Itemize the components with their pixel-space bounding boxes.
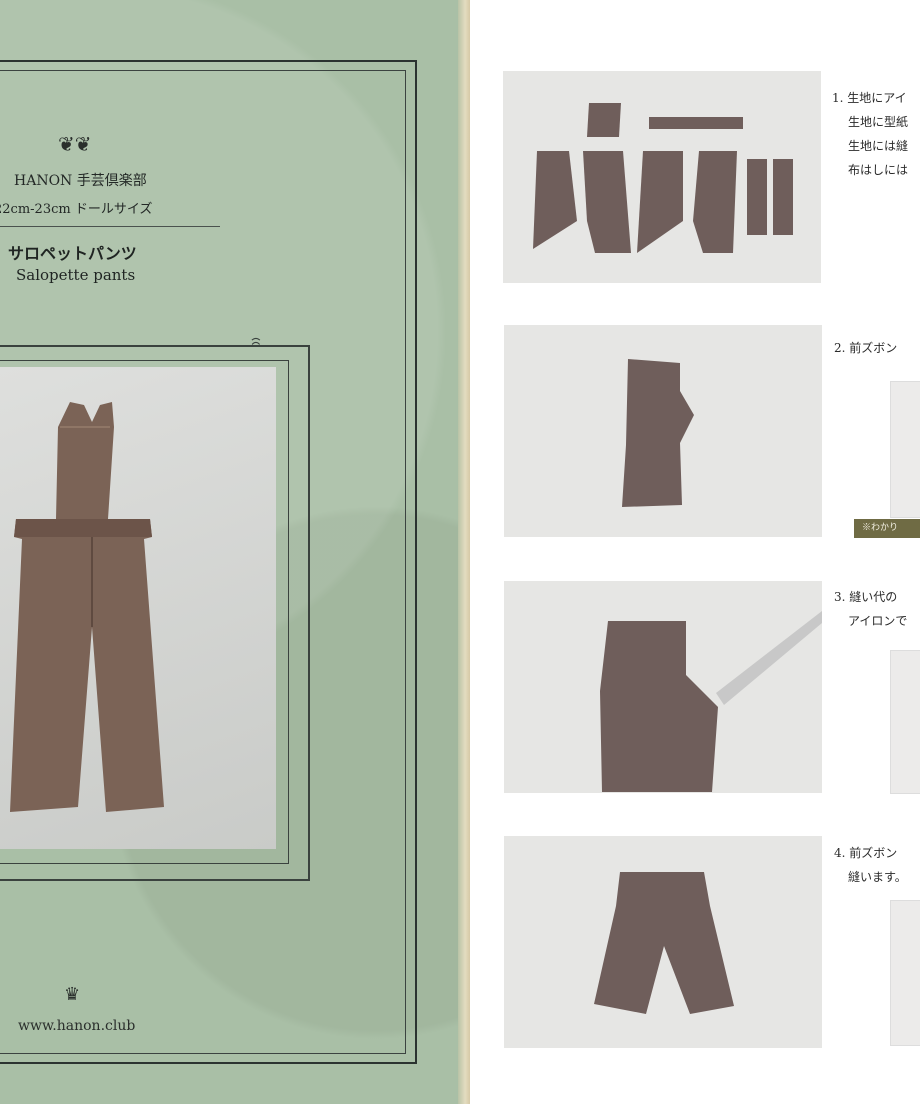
step-2-line: 2. 前ズボン xyxy=(834,341,898,355)
website-url: www.hanon.club xyxy=(18,1018,136,1034)
step-3-thumbnail xyxy=(890,650,920,794)
step-3-text: 3. 縫い代の アイロンで xyxy=(834,585,907,633)
joined-pants-image xyxy=(594,872,734,1014)
step-3-line: 3. 縫い代の xyxy=(834,590,898,604)
step-4-line: 縫います。 xyxy=(848,870,907,884)
step-4-thumbnail xyxy=(890,900,920,1046)
crown-logo-icon: ♛ xyxy=(64,984,81,1005)
flourish-ornament-icon: ❦❦ xyxy=(58,132,92,156)
step-1-line: 生地に型紙 xyxy=(848,115,909,129)
step-2-text: 2. 前ズボン xyxy=(834,336,897,360)
step-4-photo xyxy=(504,836,822,1048)
step-3-line: アイロンで xyxy=(848,614,908,628)
salopette-photo xyxy=(0,367,276,849)
step-3-photo xyxy=(504,581,822,793)
step-2-thumbnail xyxy=(890,381,920,518)
step-1-line: 布はしには xyxy=(848,163,909,177)
seam-allowance-image xyxy=(600,611,822,792)
step-2-photo xyxy=(504,325,822,537)
paper-edge xyxy=(458,0,470,1104)
step-4-line: 4. 前ズボン xyxy=(834,846,898,860)
step-1-line: 1. 生地にアイ xyxy=(832,91,907,105)
fabric-pieces-image xyxy=(533,103,793,253)
front-pants-piece-image xyxy=(622,359,694,507)
note-tag: ※わかり xyxy=(854,519,920,538)
step-1-photo xyxy=(503,71,821,283)
step-4-text: 4. 前ズボン 縫います。 xyxy=(834,841,907,889)
title-japanese: サロペットパンツ xyxy=(8,244,137,263)
salopette-image xyxy=(10,402,164,812)
title-english: Salopette pants xyxy=(16,266,136,284)
pattern-cover: ❦❦ HANON 手芸倶楽部 22cm-23cm ドールサイズ サロペットパンツ… xyxy=(0,0,470,1104)
step-1-text: 1. 生地にアイ 生地に型紙 生地には縫 布はしには xyxy=(832,86,908,182)
club-name: HANON 手芸倶楽部 xyxy=(14,173,147,189)
doll-size: 22cm-23cm ドールサイズ xyxy=(0,202,153,217)
title-divider xyxy=(0,226,220,227)
step-1-line: 生地には縫 xyxy=(848,139,909,153)
